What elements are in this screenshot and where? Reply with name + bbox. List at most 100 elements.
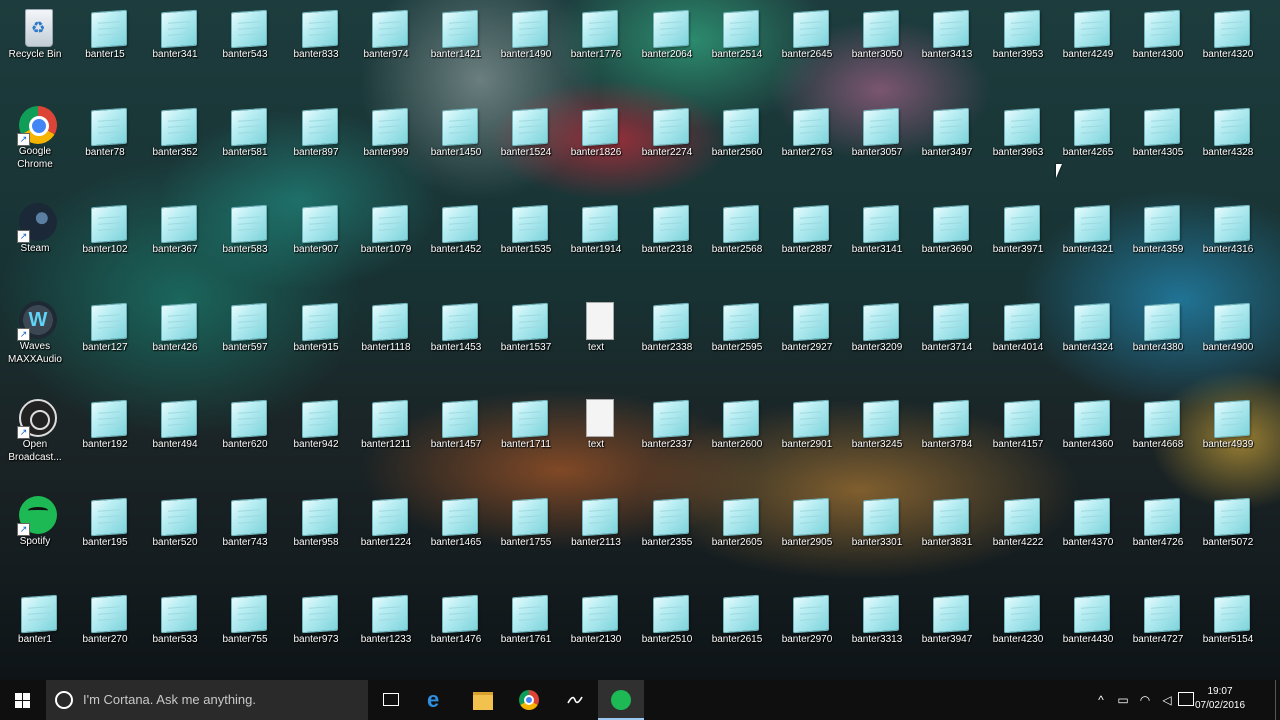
desktop-file-icon[interactable]: banter2763 — [772, 98, 842, 194]
desktop-file-icon[interactable]: banter2905 — [772, 488, 842, 584]
cortana-search-box[interactable]: I'm Cortana. Ask me anything. — [46, 680, 368, 720]
desktop-file-icon[interactable]: banter897 — [281, 98, 351, 194]
desktop-file-icon[interactable]: banter4380 — [1123, 293, 1193, 389]
desktop-file-icon[interactable]: banter341 — [140, 0, 210, 96]
desktop-file-icon[interactable]: banter1826 — [561, 98, 631, 194]
desktop-file-icon[interactable]: banter597 — [210, 293, 280, 389]
desktop-file-icon[interactable]: banter1465 — [421, 488, 491, 584]
desktop-file-icon[interactable]: banter533 — [140, 585, 210, 681]
desktop-file-icon[interactable]: banter367 — [140, 195, 210, 291]
desktop-file-icon[interactable]: banter2560 — [702, 98, 772, 194]
desktop-file-icon[interactable]: banter583 — [210, 195, 280, 291]
desktop-file-icon[interactable]: banter1421 — [421, 0, 491, 96]
desktop-file-icon[interactable]: banter4222 — [983, 488, 1053, 584]
desktop-icon-waves-maxxaudio[interactable]: W ↗ Waves MAXXAudio — [0, 292, 70, 388]
desktop-file-icon[interactable]: banter270 — [70, 585, 140, 681]
desktop-file-icon[interactable]: banter4014 — [983, 293, 1053, 389]
desktop-file-icon[interactable]: banter1233 — [351, 585, 421, 681]
desktop-file-icon[interactable]: banter999 — [351, 98, 421, 194]
desktop-file-icon[interactable]: banter3971 — [983, 195, 1053, 291]
desktop-file-icon[interactable]: banter2338 — [632, 293, 702, 389]
desktop-file-icon[interactable]: banter4430 — [1053, 585, 1123, 681]
desktop-file-icon[interactable]: banter4305 — [1123, 98, 1193, 194]
desktop-file-icon[interactable]: banter942 — [281, 390, 351, 486]
chrome-button[interactable] — [506, 680, 552, 720]
desktop-file-icon[interactable]: banter4370 — [1053, 488, 1123, 584]
desktop-file-icon[interactable]: banter2600 — [702, 390, 772, 486]
desktop-file-icon[interactable]: banter743 — [210, 488, 280, 584]
desktop-file-icon[interactable]: banter1914 — [561, 195, 631, 291]
desktop-file-icon[interactable]: banter3497 — [912, 98, 982, 194]
desktop-icon-steam[interactable]: ↗ Steam — [0, 194, 70, 290]
desktop-file-icon[interactable]: banter2568 — [702, 195, 772, 291]
obs-button[interactable] — [552, 680, 598, 720]
desktop-file-icon[interactable]: banter1079 — [351, 195, 421, 291]
desktop-file-icon[interactable]: banter4265 — [1053, 98, 1123, 194]
desktop-file-icon[interactable]: banter620 — [210, 390, 280, 486]
desktop-file-icon[interactable]: text — [561, 390, 631, 486]
chevron-up-icon[interactable]: ^ — [1090, 680, 1112, 720]
desktop-file-icon[interactable]: banter2064 — [632, 0, 702, 96]
desktop-file-icon[interactable]: banter3050 — [842, 0, 912, 96]
desktop-file-icon[interactable]: banter2605 — [702, 488, 772, 584]
desktop-icon-spotify[interactable]: ↗ Spotify — [0, 487, 70, 583]
desktop-file-icon[interactable]: banter4360 — [1053, 390, 1123, 486]
desktop-file-icon[interactable]: banter520 — [140, 488, 210, 584]
desktop-file-icon[interactable]: banter352 — [140, 98, 210, 194]
desktop-file-icon[interactable]: banter2337 — [632, 390, 702, 486]
task-view-button[interactable] — [368, 680, 414, 720]
desktop-file-icon[interactable]: banter2595 — [702, 293, 772, 389]
desktop-file-icon[interactable]: text — [561, 293, 631, 389]
desktop-file-icon[interactable]: banter2514 — [702, 0, 772, 96]
desktop-file-icon[interactable]: banter581 — [210, 98, 280, 194]
desktop-file-icon[interactable]: banter755 — [210, 585, 280, 681]
desktop-file-icon[interactable]: banter4328 — [1193, 98, 1263, 194]
desktop-file-icon[interactable]: banter1537 — [491, 293, 561, 389]
desktop-file-icon[interactable]: banter1453 — [421, 293, 491, 389]
desktop-file-icon[interactable]: banter3057 — [842, 98, 912, 194]
desktop-file-icon[interactable]: banter3953 — [983, 0, 1053, 96]
desktop-file-icon[interactable]: banter1211 — [351, 390, 421, 486]
desktop-file-icon[interactable]: banter4157 — [983, 390, 1053, 486]
desktop-file-icon[interactable]: banter543 — [210, 0, 280, 96]
desktop-icon-banter1[interactable]: banter1 — [0, 585, 70, 681]
desktop-file-icon[interactable]: banter2927 — [772, 293, 842, 389]
desktop-file-icon[interactable]: banter3141 — [842, 195, 912, 291]
desktop-file-icon[interactable]: banter3831 — [912, 488, 982, 584]
edge-button[interactable]: e — [414, 680, 460, 720]
desktop-file-icon[interactable]: banter2615 — [702, 585, 772, 681]
desktop-file-icon[interactable]: banter3301 — [842, 488, 912, 584]
desktop-file-icon[interactable]: banter2355 — [632, 488, 702, 584]
desktop-file-icon[interactable]: banter426 — [140, 293, 210, 389]
desktop-file-icon[interactable]: banter973 — [281, 585, 351, 681]
desktop-file-icon[interactable]: banter3963 — [983, 98, 1053, 194]
desktop-file-icon[interactable]: banter2887 — [772, 195, 842, 291]
desktop-file-icon[interactable]: banter3690 — [912, 195, 982, 291]
desktop-file-icon[interactable]: banter2130 — [561, 585, 631, 681]
desktop-file-icon[interactable]: banter494 — [140, 390, 210, 486]
desktop-file-icon[interactable]: banter1776 — [561, 0, 631, 96]
desktop-file-icon[interactable]: banter3714 — [912, 293, 982, 389]
desktop-file-icon[interactable]: banter4230 — [983, 585, 1053, 681]
desktop-file-icon[interactable]: banter4316 — [1193, 195, 1263, 291]
desktop-icon-obs[interactable]: ↗ Open Broadcast... — [0, 390, 70, 486]
desktop-file-icon[interactable]: banter2113 — [561, 488, 631, 584]
desktop-file-icon[interactable]: banter1224 — [351, 488, 421, 584]
desktop-file-icon[interactable]: banter1755 — [491, 488, 561, 584]
desktop-file-icon[interactable]: banter833 — [281, 0, 351, 96]
desktop-file-icon[interactable]: banter78 — [70, 98, 140, 194]
desktop-file-icon[interactable]: banter3413 — [912, 0, 982, 96]
network-icon[interactable]: ◠ — [1134, 680, 1156, 720]
desktop-file-icon[interactable]: banter5154 — [1193, 585, 1263, 681]
desktop-file-icon[interactable]: banter4321 — [1053, 195, 1123, 291]
desktop-file-icon[interactable]: banter4900 — [1193, 293, 1263, 389]
desktop-file-icon[interactable]: banter102 — [70, 195, 140, 291]
battery-icon[interactable]: ▭ — [1112, 680, 1134, 720]
show-desktop-button[interactable] — [1275, 680, 1280, 720]
desktop-file-icon[interactable]: banter3947 — [912, 585, 982, 681]
desktop-file-icon[interactable]: banter907 — [281, 195, 351, 291]
desktop-file-icon[interactable]: banter4324 — [1053, 293, 1123, 389]
desktop-file-icon[interactable]: banter1761 — [491, 585, 561, 681]
desktop-file-icon[interactable]: banter958 — [281, 488, 351, 584]
desktop-file-icon[interactable]: banter4939 — [1193, 390, 1263, 486]
